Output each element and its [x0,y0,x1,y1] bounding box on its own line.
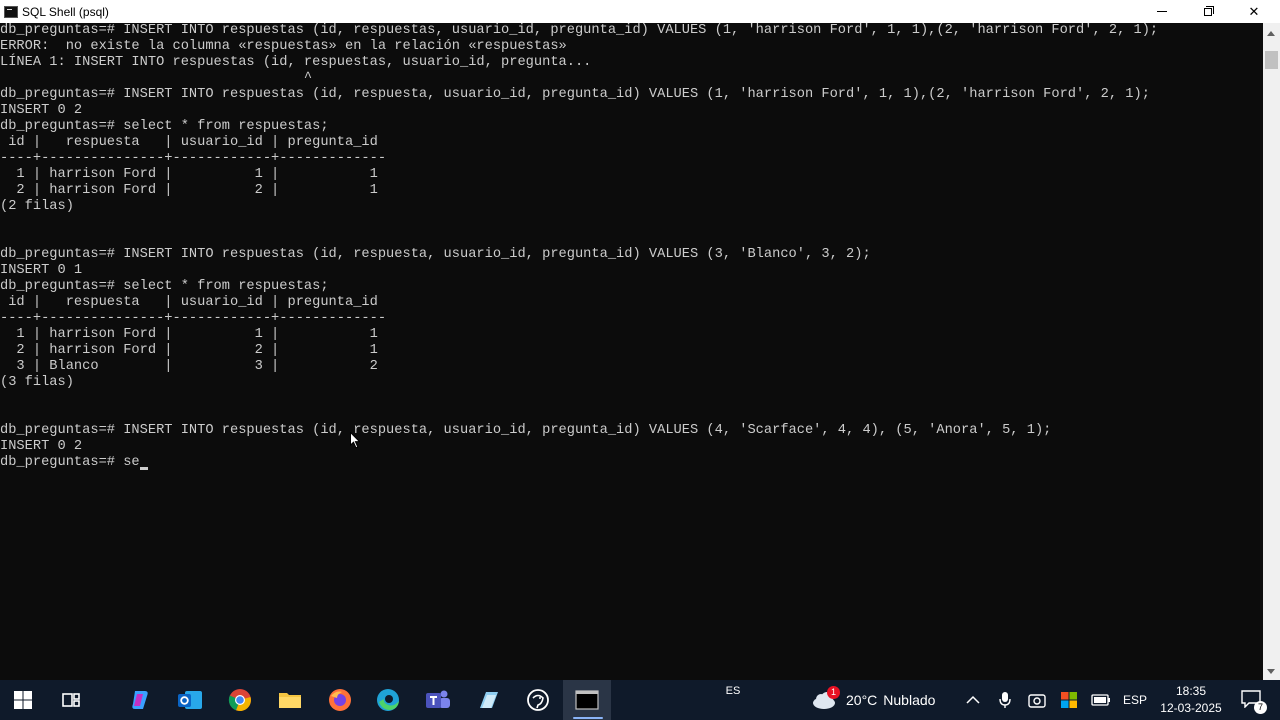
console-line: 2 | harrison Ford | 2 | 1 [0,343,378,358]
weather-widget[interactable]: 1 20°C Nublado [810,680,948,720]
console-line: db_preguntas=# INSERT INTO respuestas (i… [0,247,871,262]
close-button[interactable]: ✕ [1231,0,1277,23]
chevron-up-icon [966,695,980,704]
console-line: 1 | harrison Ford | 1 | 1 [0,327,378,342]
security-tray-button[interactable] [1058,680,1080,720]
close-icon: ✕ [1248,3,1260,19]
start-button[interactable] [0,680,46,720]
taskbar-app-firefox[interactable] [316,680,364,720]
console-line: (3 filas) [0,375,74,390]
microphone-icon [999,692,1011,708]
microphone-tray-button[interactable] [994,680,1016,720]
taskbar-app-notes[interactable] [464,680,512,720]
camera-icon [1028,694,1046,708]
console-line: (2 filas) [0,199,74,214]
system-clock[interactable]: 18:35 12-03-2025 [1150,683,1232,717]
language-indicator-label: ES [725,685,741,697]
console-line: INSERT 0 1 [0,263,83,278]
taskbar-app-pgadmin[interactable] [514,680,562,720]
console-line: LÍNEA 1: INSERT INTO respuestas (id, res… [0,55,592,70]
edge-icon [377,689,399,711]
weather-alert-badge: 1 [827,686,840,699]
minimize-icon [1157,11,1167,12]
taskbar-app-edge[interactable] [364,680,412,720]
restore-button[interactable] [1185,0,1231,23]
console-line: 1 | harrison Ford | 1 | 1 [0,167,378,182]
console-line: INSERT 0 2 [0,439,83,454]
terminal-icon [575,690,599,710]
title-bar: SQL Shell (psql) ✕ [0,0,1280,23]
chrome-icon [228,689,251,712]
console-output[interactable]: db_preguntas=# INSERT INTO respuestas (i… [0,23,1263,680]
console-line: INSERT 0 2 [0,103,83,118]
notification-icon: 7 [1241,690,1267,714]
text-cursor [139,467,148,470]
console-line: db_preguntas=# select * from respuestas; [0,119,329,134]
clock-date: 12-03-2025 [1160,701,1222,715]
outlook-icon [178,691,202,709]
console-line: ----+---------------+------------+------… [0,151,387,166]
vertical-scrollbar[interactable] [1263,23,1280,680]
console-line: ----+---------------+------------+------… [0,311,387,326]
console-line: ^ [0,71,313,86]
active-indicator [573,717,603,719]
screen-capture-tray-button[interactable] [1026,680,1048,720]
windows-logo-icon [14,691,32,709]
keyboard-layout-button[interactable]: ESP [1120,680,1150,720]
input-language-indicator[interactable]: ES [718,680,748,702]
copilot-icon [132,691,148,709]
console-line: ERROR: no existe la columna «respuestas»… [0,39,567,54]
clock-time: 18:35 [1175,684,1207,698]
notification-count-badge: 7 [1254,701,1267,714]
show-hidden-icons-button[interactable] [962,680,984,720]
weather-cloud-icon: 1 [810,686,840,711]
keyboard-layout-label: ESP [1122,693,1147,707]
minimize-button[interactable] [1139,0,1185,23]
console-line: id | respuesta | usuario_id | pregunta_i… [0,295,378,310]
taskbar-app-terminal[interactable] [563,680,611,720]
weather-condition: Nublado [883,692,936,708]
console-line: id | respuesta | usuario_id | pregunta_i… [0,135,378,150]
terminal-app-icon [4,5,18,18]
battery-icon [1091,694,1110,706]
console-line: db_preguntas=# INSERT INTO respuestas (i… [0,23,1159,38]
task-view-icon [62,693,80,707]
scrollbar-thumb[interactable] [1265,51,1278,69]
taskbar-app-teams[interactable] [414,680,462,720]
folder-icon [279,693,301,708]
notification-center-button[interactable]: 7 [1232,680,1272,720]
weather-temperature: 20°C [846,692,878,708]
elephant-icon [527,689,549,711]
restore-icon [1204,5,1214,16]
console-line: db_preguntas=# INSERT INTO respuestas (i… [0,87,1150,102]
notes-icon [480,692,498,708]
taskbar-app-file-explorer[interactable] [266,680,314,720]
console-prompt-line[interactable]: db_preguntas=# se [0,455,148,471]
taskbar: ES 1 20°C Nublado ESP 7 [0,680,1280,720]
mouse-pointer-icon [350,432,360,449]
scroll-down-arrow-icon[interactable] [1267,669,1275,674]
teams-icon [426,690,450,708]
taskbar-app-copilot[interactable] [116,680,164,720]
firefox-icon [329,689,351,711]
taskbar-app-chrome[interactable] [216,680,264,720]
console-line: db_preguntas=# select * from respuestas; [0,279,329,294]
color-windows-icon [1061,692,1077,708]
battery-tray-button[interactable] [1090,680,1112,720]
console-line: 3 | Blanco | 3 | 2 [0,359,378,374]
console-line: db_preguntas=# INSERT INTO respuestas (i… [0,423,1052,438]
current-input: db_preguntas=# se [0,455,140,470]
console-line: 2 | harrison Ford | 2 | 1 [0,183,378,198]
task-view-button[interactable] [48,680,94,720]
scroll-up-arrow-icon[interactable] [1267,31,1275,36]
window-title: SQL Shell (psql) [22,4,109,19]
taskbar-app-outlook[interactable] [166,680,214,720]
